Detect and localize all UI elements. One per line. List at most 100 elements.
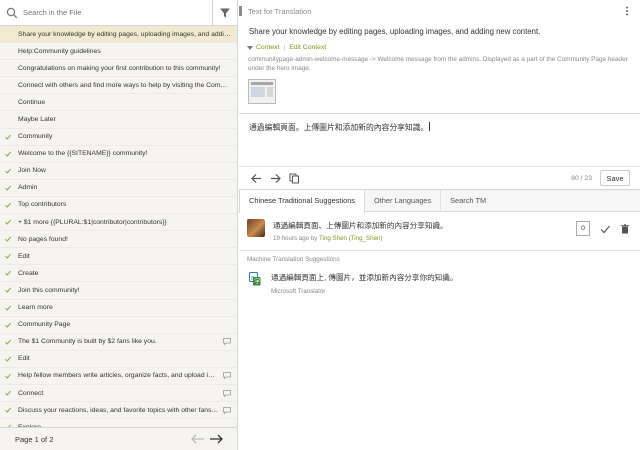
approved-check-icon — [5, 134, 11, 140]
approved-check-icon — [5, 151, 11, 157]
string-text: Create — [18, 269, 39, 277]
string-list-item[interactable]: Help:Community guidelines — [0, 43, 237, 61]
string-text: Community Page — [18, 321, 71, 329]
svg-text:字: 字 — [254, 278, 260, 286]
approved-check-icon — [5, 219, 11, 225]
approved-check-icon — [5, 407, 11, 413]
string-list-item[interactable]: Explore — [0, 419, 237, 427]
string-list-item[interactable]: Congratulations on making your first con… — [0, 60, 237, 78]
search-input[interactable] — [23, 8, 208, 17]
arrow-left-icon[interactable] — [251, 173, 262, 184]
string-list-item[interactable]: Share your knowledge by editing pages, u… — [0, 26, 237, 44]
string-list-item[interactable]: Top contributors — [0, 197, 237, 215]
translation-input[interactable]: 通過編輯頁面。上傳圖片和添加新的內容分享知識。 — [249, 123, 428, 132]
string-list-item[interactable]: Help fellow members write articles, orga… — [0, 368, 237, 385]
more-options-icon[interactable] — [622, 6, 632, 16]
string-list-item[interactable]: Welcome to the {{SITENAME}} community! — [0, 146, 237, 163]
machine-translation-text[interactable]: 通過編輯頁面上, 傳圖片，並添加新內容分享你的知識。 — [271, 272, 457, 283]
context-links: Context | Edit Context — [239, 39, 640, 51]
string-list-item[interactable]: The $1 Community is built by $2 fans lik… — [0, 334, 237, 351]
string-list-item[interactable]: Continue — [0, 94, 237, 112]
string-text: + $1 more {{PLURAL:$1|contributor|contri… — [18, 218, 167, 226]
comment-icon[interactable] — [223, 372, 231, 380]
suggestion-item: 通過編輯頁面、上傳圖片和添加新的內容分享知識。 19 hours ago by … — [247, 219, 630, 245]
string-text: Edit — [18, 252, 30, 260]
string-list-item[interactable]: Discuss your reactions, ideas, and favor… — [0, 402, 237, 420]
string-list-item[interactable]: Community Page — [0, 317, 237, 334]
context-screenshot[interactable] — [248, 79, 276, 104]
edit-context-link[interactable]: Edit Context — [289, 44, 326, 51]
character-count: 80 / 23 — [571, 174, 592, 182]
text-caret — [429, 122, 431, 131]
context-toggle[interactable]: Context — [256, 44, 279, 51]
string-list-item[interactable]: Connect with others and find more ways t… — [0, 77, 237, 95]
translator-icon: a字 — [249, 272, 261, 286]
string-list-item[interactable]: Learn more — [0, 300, 237, 317]
string-list-item[interactable]: Admin — [0, 180, 237, 197]
tab-chinese-traditional-suggestions[interactable]: Chinese Traditional Suggestions — [239, 190, 365, 213]
translated-status-icon — [5, 65, 11, 71]
string-text: Continue — [18, 98, 46, 106]
string-list-item[interactable]: Join this community! — [0, 282, 237, 300]
approved-check-icon — [5, 305, 11, 311]
machine-translation-item: a字 通過編輯頁面上, 傳圖片，並添加新內容分享你的知識。 Microsoft … — [249, 272, 630, 295]
string-text: Community — [18, 133, 53, 141]
approved-check-icon — [5, 168, 11, 174]
machine-translation-header: Machine Translation Suggestions — [239, 250, 640, 263]
comment-icon[interactable] — [223, 406, 231, 415]
previous-page-icon[interactable] — [191, 434, 205, 444]
delete-trash-icon[interactable] — [620, 224, 630, 234]
string-list-item[interactable]: No pages found! — [0, 231, 237, 249]
string-list-item[interactable]: Edit — [0, 351, 237, 368]
source-header: Text for Translation — [239, 0, 640, 22]
save-button[interactable]: Save — [600, 170, 630, 186]
search-icon — [6, 7, 18, 19]
string-text: Welcome to the {{SITENAME}} community! — [18, 150, 148, 158]
translation-editor[interactable]: 通過編輯頁面。上傳圖片和添加新的內容分享知識。 — [239, 113, 640, 167]
translator-name: Microsoft Translator — [271, 288, 326, 295]
tab-search-tm[interactable]: Search TM — [441, 190, 495, 211]
search-divider — [212, 0, 213, 26]
editor-toolbar: 80 / 23 Save — [239, 166, 640, 190]
approved-check-icon — [5, 270, 11, 277]
approved-check-icon — [5, 322, 11, 328]
string-list: Share your knowledge by editing pages, u… — [0, 26, 237, 427]
suggestion-text[interactable]: 通過編輯頁面、上傳圖片和添加新的內容分享知識。 — [273, 220, 576, 231]
pagination: Page 1 of 2 — [0, 427, 237, 450]
string-text: Join this community! — [18, 286, 80, 294]
approved-check-icon — [5, 185, 11, 191]
string-list-item[interactable]: Community — [0, 129, 237, 146]
string-list-item[interactable]: Create — [0, 265, 237, 283]
string-text: Discuss your reactions, ideas, and favor… — [18, 406, 219, 414]
string-text: Learn more — [18, 304, 53, 312]
approved-check-icon — [5, 356, 11, 362]
approved-check-icon — [5, 253, 11, 260]
tab-other-languages[interactable]: Other Languages — [365, 190, 442, 211]
string-list-item[interactable]: Join Now — [0, 163, 237, 180]
arrow-right-icon[interactable] — [270, 173, 281, 184]
copy-source-icon[interactable] — [289, 173, 300, 184]
comment-icon[interactable] — [223, 338, 231, 346]
string-list-item[interactable]: Edit — [0, 248, 237, 266]
approved-check-icon — [5, 373, 11, 379]
string-text: Maybe Later — [18, 116, 56, 124]
comment-icon[interactable] — [223, 389, 231, 397]
approve-check-icon[interactable] — [600, 224, 610, 234]
string-text: Connect — [18, 389, 44, 397]
string-text: No pages found! — [18, 235, 68, 243]
approved-check-icon — [5, 390, 11, 396]
suggestion-tabs: Chinese Traditional Suggestions Other La… — [239, 190, 640, 213]
next-page-icon[interactable] — [209, 434, 223, 444]
string-text: The $1 Community is built by $2 fans lik… — [18, 338, 157, 346]
translated-status-icon — [5, 82, 11, 88]
filter-icon[interactable] — [219, 7, 231, 19]
page-indicator: Page 1 of 2 — [15, 434, 54, 444]
suggestion-author[interactable]: Ting Shen (Ting_Shen) — [319, 235, 383, 242]
string-list-item[interactable]: + $1 more {{PLURAL:$1|contributor|contri… — [0, 214, 237, 232]
context-description: communitypage-admin-welcome-message -> W… — [248, 56, 628, 72]
string-text: Help fellow members write articles, orga… — [18, 372, 219, 380]
file-strings-panel: Share your knowledge by editing pages, u… — [0, 0, 238, 450]
collapse-triangle-icon[interactable] — [247, 45, 253, 50]
string-list-item[interactable]: Connect — [0, 385, 237, 403]
string-list-item[interactable]: Maybe Later — [0, 111, 237, 129]
